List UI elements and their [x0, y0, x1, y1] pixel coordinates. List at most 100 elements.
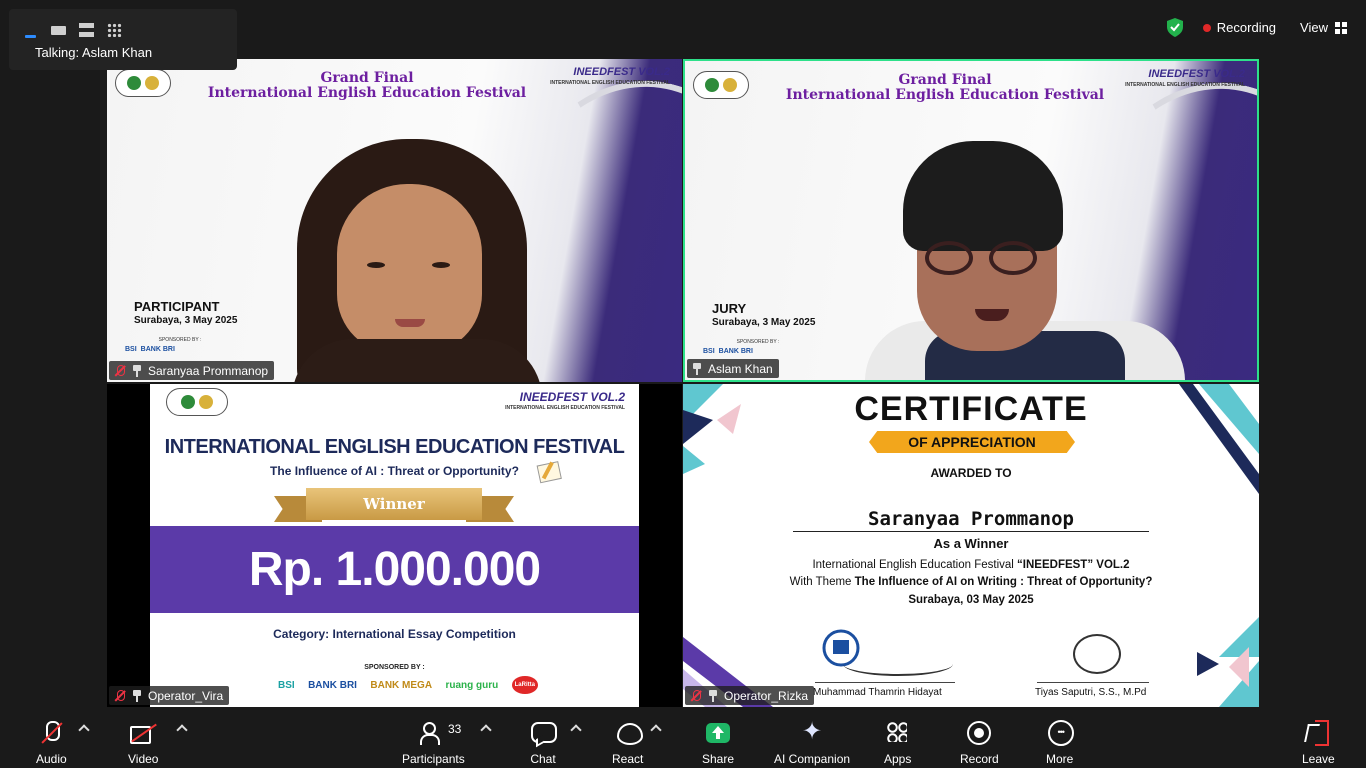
video-button[interactable]: Video	[128, 720, 158, 766]
microphone-muted-icon	[38, 720, 64, 746]
record-button[interactable]: Record	[960, 720, 999, 766]
role-label: JURY	[712, 301, 747, 316]
sponsored-by-label: SPONSORED BY :	[364, 664, 425, 671]
speaker-view-icon[interactable]	[23, 23, 38, 38]
top-right-controls: Recording View	[1166, 18, 1348, 37]
recording-indicator[interactable]: Recording	[1202, 20, 1277, 35]
poster-title: INTERNATIONAL ENGLISH EDUCATION FESTIVAL	[164, 436, 625, 458]
grid-view-icon[interactable]	[107, 23, 122, 37]
ineedfest-logo-text: INEEDFEST VOL.2	[519, 390, 625, 404]
ribbon-label: Winner	[306, 488, 482, 520]
certificate-date: Surabaya, 03 May 2025	[908, 594, 1034, 606]
certificate-line1-bold: “INEEDFEST” VOL.2	[1017, 559, 1130, 571]
name-underline	[793, 531, 1149, 532]
leave-label: Leave	[1302, 752, 1335, 766]
video-tile-participant[interactable]: Grand Final International English Educat…	[107, 59, 682, 382]
chat-icon	[530, 720, 557, 746]
recording-label: Recording	[1216, 20, 1277, 35]
strip-view-icon[interactable]	[79, 23, 94, 37]
prize-amount: Rp. 1.000.000	[248, 543, 541, 596]
sponsor-logos: BSI BANK BRI BANK MEGA ruang guru LaRitt…	[278, 676, 538, 694]
top-bar: Talking: Aslam Khan Recording View	[0, 0, 1366, 70]
ineedfest-logo-subtext: INTERNATIONAL ENGLISH EDUCATION FESTIVAL	[505, 405, 625, 411]
certificate-line2-bold: The Influence of AI on Writing : Threat …	[854, 576, 1153, 588]
signer-2-name: Tiyas Saputri, S.S., M.Pd	[1035, 687, 1147, 698]
mouth	[395, 319, 425, 327]
record-icon	[966, 720, 992, 746]
as-winner-label: As a Winner	[933, 536, 1009, 551]
mouth	[975, 309, 1009, 321]
person-shoulders	[292, 339, 542, 382]
ai-companion-label: AI Companion	[774, 752, 851, 766]
certificate-line1: International English Education Festival…	[683, 559, 1259, 571]
share-screen-icon	[706, 723, 731, 743]
certificate-title: CERTIFICATE	[854, 390, 1088, 428]
certificate-banner: OF APPRECIATION	[869, 431, 1075, 453]
video-label: Video	[128, 752, 159, 766]
signer-1-name: Muhammad Thamrin Hidayat	[813, 687, 942, 698]
video-tile-operator-rizka[interactable]: CERTIFICATE OF APPRECIATION AWARDED TO S…	[683, 384, 1259, 707]
awarded-to-label: AWARDED TO	[930, 466, 1012, 480]
sponsored-by-label: SPONSORED BY :	[736, 339, 780, 345]
person-hair	[903, 141, 1063, 251]
participant-name-bar: Operator_Rizka	[685, 686, 815, 705]
certificate-line2: With Theme The Influence of AI on Writin…	[683, 576, 1259, 588]
ai-companion-button[interactable]: AI Companion	[774, 717, 851, 766]
poster-subtitle: The Influence of AI : Threat or Opportun…	[270, 464, 519, 478]
react-button[interactable]: React	[612, 720, 643, 766]
play-icon	[1197, 652, 1219, 676]
mic-muted-icon	[690, 689, 702, 702]
more-button[interactable]: More	[1046, 720, 1074, 766]
zoom-meeting-window: Talking: Aslam Khan Recording View Grand…	[0, 0, 1366, 768]
participant-name-bar: Aslam Khan	[687, 359, 779, 378]
eye	[432, 262, 450, 268]
audio-options-caret[interactable]	[78, 724, 90, 736]
apps-button[interactable]: Apps	[884, 720, 911, 766]
participants-icon	[420, 720, 446, 746]
video-options-caret[interactable]	[176, 724, 188, 736]
signature-1	[843, 652, 953, 676]
certificate-line1-text: International English Education Festival	[812, 559, 1018, 571]
layout-switcher	[23, 23, 122, 38]
record-label: Record	[960, 752, 999, 766]
certificate: CERTIFICATE OF APPRECIATION AWARDED TO S…	[683, 384, 1259, 707]
leave-door-icon	[1305, 720, 1331, 746]
security-shield-icon[interactable]	[1166, 18, 1183, 37]
participant-name-bar: Saranyaa Prommanop	[109, 361, 275, 380]
view-button[interactable]: View	[1300, 20, 1348, 35]
participant-name: Operator_Rizka	[724, 688, 809, 703]
ineedfest-logo-text: INEEDFEST VOL.2	[573, 66, 670, 78]
mic-muted-icon	[114, 689, 126, 702]
react-heart-icon	[615, 720, 643, 746]
festival-title-line1: Grand Final	[320, 70, 414, 86]
sponsor-logo: BANK BRI	[718, 348, 753, 355]
ai-sparkle-icon	[799, 717, 825, 746]
more-label: More	[1046, 752, 1074, 766]
participants-count: 33	[448, 722, 462, 736]
sponsor-logo: BANK BRI	[308, 679, 357, 691]
audio-button[interactable]: Audio	[36, 720, 67, 766]
speaker-panel: Talking: Aslam Khan	[9, 9, 237, 70]
react-options-caret[interactable]	[650, 724, 662, 736]
chat-options-caret[interactable]	[570, 724, 582, 736]
pin-icon	[132, 689, 142, 702]
leave-button[interactable]: Leave	[1302, 720, 1335, 766]
person-face	[337, 184, 482, 354]
recipient-name: Saranyaa Prommanop	[868, 508, 1074, 530]
chat-label: Chat	[530, 752, 556, 766]
video-tile-jury[interactable]: Grand Final International English Educat…	[683, 59, 1259, 382]
video-tile-operator-vira[interactable]: INEEDFEST VOL.2 INTERNATIONAL ENGLISH ED…	[107, 384, 682, 707]
react-label: React	[612, 752, 644, 766]
role-date: Surabaya, 3 May 2025	[134, 315, 238, 326]
participants-options-caret[interactable]	[480, 724, 492, 736]
category-label: Category: International Essay Competitio…	[273, 627, 516, 641]
sponsor-logo: BSI	[278, 679, 295, 691]
role-label: PARTICIPANT	[134, 299, 220, 314]
apps-label: Apps	[884, 752, 912, 766]
sponsored-by-label: SPONSORED BY :	[158, 337, 202, 343]
gallery-view-icon[interactable]	[51, 26, 66, 35]
chat-button[interactable]: Chat	[530, 720, 557, 766]
share-button[interactable]: Share	[702, 720, 734, 766]
participant-name: Saranyaa Prommanop	[148, 363, 269, 378]
more-dots-icon	[1047, 720, 1074, 746]
